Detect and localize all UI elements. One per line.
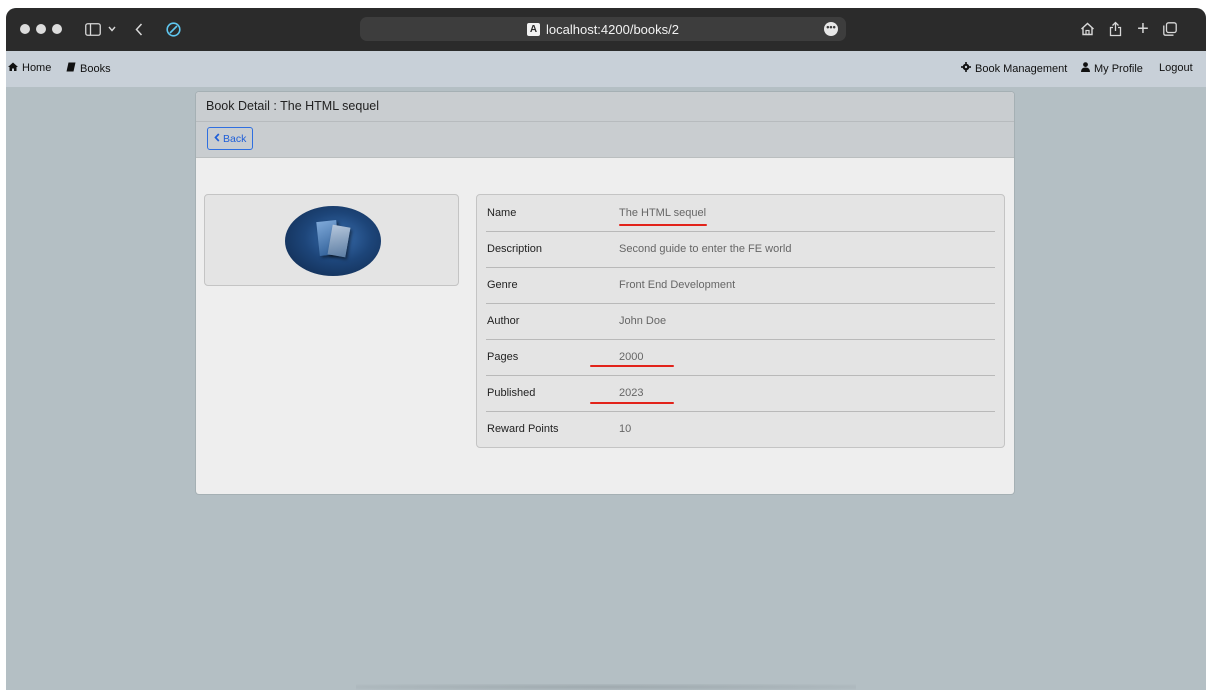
nav-book-management-link[interactable]: Book Management xyxy=(961,62,1067,75)
chevron-down-icon[interactable] xyxy=(106,16,118,42)
nav-logout-label: Logout xyxy=(1159,62,1193,74)
detail-label: Name xyxy=(487,207,517,219)
detail-row-pages: Pages 2000 xyxy=(486,339,995,375)
nav-books-label: Books xyxy=(80,62,111,75)
address-bar[interactable]: A localhost:4200/books/2 ••• xyxy=(360,17,846,41)
detail-value: The HTML sequel xyxy=(619,207,707,219)
detail-row-author: Author John Doe xyxy=(486,303,995,339)
detail-value: John Doe xyxy=(619,315,667,327)
detail-row-name: Name The HTML sequel xyxy=(486,195,995,231)
detail-label: Genre xyxy=(487,279,518,291)
detail-value: Front End Development xyxy=(619,279,736,291)
detail-value: 10 xyxy=(619,423,632,435)
card-title: Book Detail : The HTML sequel xyxy=(196,92,1014,122)
site-favicon: A xyxy=(527,22,540,36)
back-button-label: Back xyxy=(223,132,247,145)
nav-my-profile-link[interactable]: My Profile xyxy=(1081,62,1143,75)
close-window-button[interactable] xyxy=(20,24,30,34)
home-icon[interactable] xyxy=(1078,16,1096,42)
privacy-shield-icon[interactable] xyxy=(164,16,182,42)
nav-my-profile-label: My Profile xyxy=(1094,62,1143,75)
detail-label: Published xyxy=(487,387,536,399)
share-icon[interactable] xyxy=(1106,16,1124,42)
sidebar-icon[interactable] xyxy=(82,16,104,42)
nav-books-link[interactable]: Books xyxy=(66,62,111,75)
detail-row-genre: Genre Front End Development xyxy=(486,267,995,303)
nav-logout-link[interactable]: Logout xyxy=(1159,62,1193,74)
annotation-underline xyxy=(590,402,674,404)
detail-row-published: Published 2023 xyxy=(486,375,995,411)
book-cover-image xyxy=(285,206,381,276)
minimize-window-button[interactable] xyxy=(36,24,46,34)
url-text[interactable]: localhost:4200/books/2 xyxy=(546,22,679,37)
book-details-table: Name The HTML sequel Description Second … xyxy=(476,194,1005,448)
annotation-underline xyxy=(619,224,707,226)
book-icon xyxy=(66,62,76,75)
detail-row-description: Description Second guide to enter the FE… xyxy=(486,231,995,267)
detail-label: Description xyxy=(487,243,543,255)
book-detail-card: Book Detail : The HTML sequel Back Name … xyxy=(196,92,1014,494)
annotation-underline xyxy=(590,365,674,367)
card-toolbar: Back xyxy=(196,122,1014,158)
back-nav-icon[interactable] xyxy=(132,16,146,42)
book-image-panel xyxy=(204,194,459,286)
new-tab-icon[interactable]: + xyxy=(1134,16,1152,42)
browser-window: A localhost:4200/books/2 ••• + Home Book… xyxy=(6,8,1206,690)
back-button[interactable]: Back xyxy=(207,127,254,150)
chevron-left-icon xyxy=(214,132,220,145)
gear-icon xyxy=(961,62,971,75)
user-icon xyxy=(1081,62,1090,75)
nav-home-label: Home xyxy=(22,62,52,74)
detail-row-reward-points: Reward Points 10 xyxy=(486,411,995,447)
browser-toolbar: A localhost:4200/books/2 ••• + xyxy=(6,8,1206,51)
detail-label: Author xyxy=(487,315,520,327)
detail-value: 2000 xyxy=(619,351,644,363)
detail-value: 2023 xyxy=(619,387,644,399)
tab-overview-icon[interactable] xyxy=(1161,16,1179,42)
detail-value: Second guide to enter the FE world xyxy=(619,243,792,255)
maximize-window-button[interactable] xyxy=(52,24,62,34)
nav-book-management-label: Book Management xyxy=(975,62,1068,75)
detail-label: Pages xyxy=(487,351,519,363)
detail-label: Reward Points xyxy=(487,423,559,435)
home-icon xyxy=(8,62,18,74)
more-options-icon[interactable]: ••• xyxy=(824,22,838,36)
nav-home-link[interactable]: Home xyxy=(8,62,51,74)
app-navbar: Home Books Book Management My Profile Lo… xyxy=(6,51,1206,87)
